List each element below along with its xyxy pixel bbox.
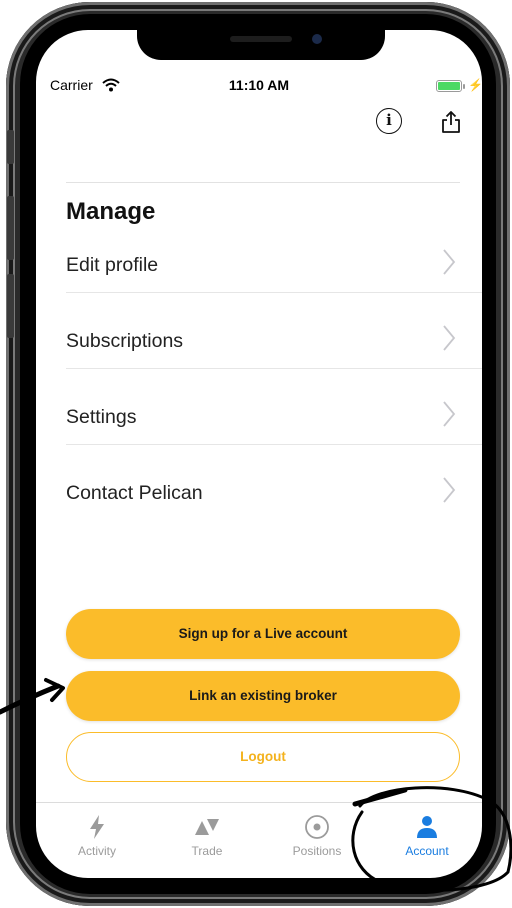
charging-bolt-icon: ⚡: [468, 78, 482, 92]
tab-label: Positions: [292, 844, 342, 858]
tab-label: Account: [405, 844, 449, 858]
signup-live-account-button[interactable]: Sign up for a Live account: [66, 609, 460, 659]
tab-label: Trade: [191, 844, 223, 858]
menu-item-label: Edit profile: [66, 254, 159, 276]
front-camera: [312, 34, 322, 44]
volume-up-button: [7, 196, 14, 260]
mute-switch: [7, 130, 14, 164]
logout-button[interactable]: Logout: [66, 732, 460, 782]
share-icon[interactable]: [440, 109, 462, 135]
tab-account[interactable]: Account: [372, 812, 482, 862]
row-divider: [66, 444, 482, 445]
menu-item-subscriptions[interactable]: Subscriptions: [66, 325, 482, 406]
row-divider: [66, 292, 482, 293]
trade-arrows-icon: [195, 819, 219, 835]
menu-item-contact-pelican[interactable]: Contact Pelican: [66, 477, 482, 558]
section-divider: [66, 182, 460, 183]
lightning-icon: [90, 815, 104, 839]
person-icon: [417, 816, 437, 838]
row-divider: [66, 368, 482, 369]
status-time: 11:10 AM: [228, 77, 290, 93]
chevron-right-icon: [443, 249, 456, 275]
menu-item-label: Contact Pelican: [66, 482, 203, 504]
tab-positions[interactable]: Positions: [262, 812, 372, 862]
battery-icon: [436, 80, 462, 92]
notch: [137, 30, 385, 60]
tabbar-divider: [36, 802, 482, 803]
volume-down-button: [7, 274, 14, 338]
chevron-right-icon: [443, 401, 456, 427]
tab-trade[interactable]: Trade: [152, 812, 262, 862]
tab-activity[interactable]: Activity: [42, 812, 152, 862]
info-icon[interactable]: i: [376, 108, 402, 134]
menu-item-edit-profile[interactable]: Edit profile: [66, 249, 482, 330]
app-screen: Carrier 11:10 AM ⚡ i Manage Edit profile…: [36, 30, 482, 878]
link-broker-button[interactable]: Link an existing broker: [66, 671, 460, 721]
chevron-right-icon: [443, 477, 456, 503]
manage-section-title: Manage: [66, 198, 156, 225]
menu-item-label: Settings: [66, 406, 137, 428]
chevron-right-icon: [443, 325, 456, 351]
tab-label: Activity: [77, 844, 116, 858]
menu-item-label: Subscriptions: [66, 330, 184, 352]
target-icon: [305, 815, 329, 839]
battery-cap: [463, 84, 465, 89]
menu-item-settings[interactable]: Settings: [66, 401, 482, 482]
speaker-grille: [230, 36, 292, 42]
